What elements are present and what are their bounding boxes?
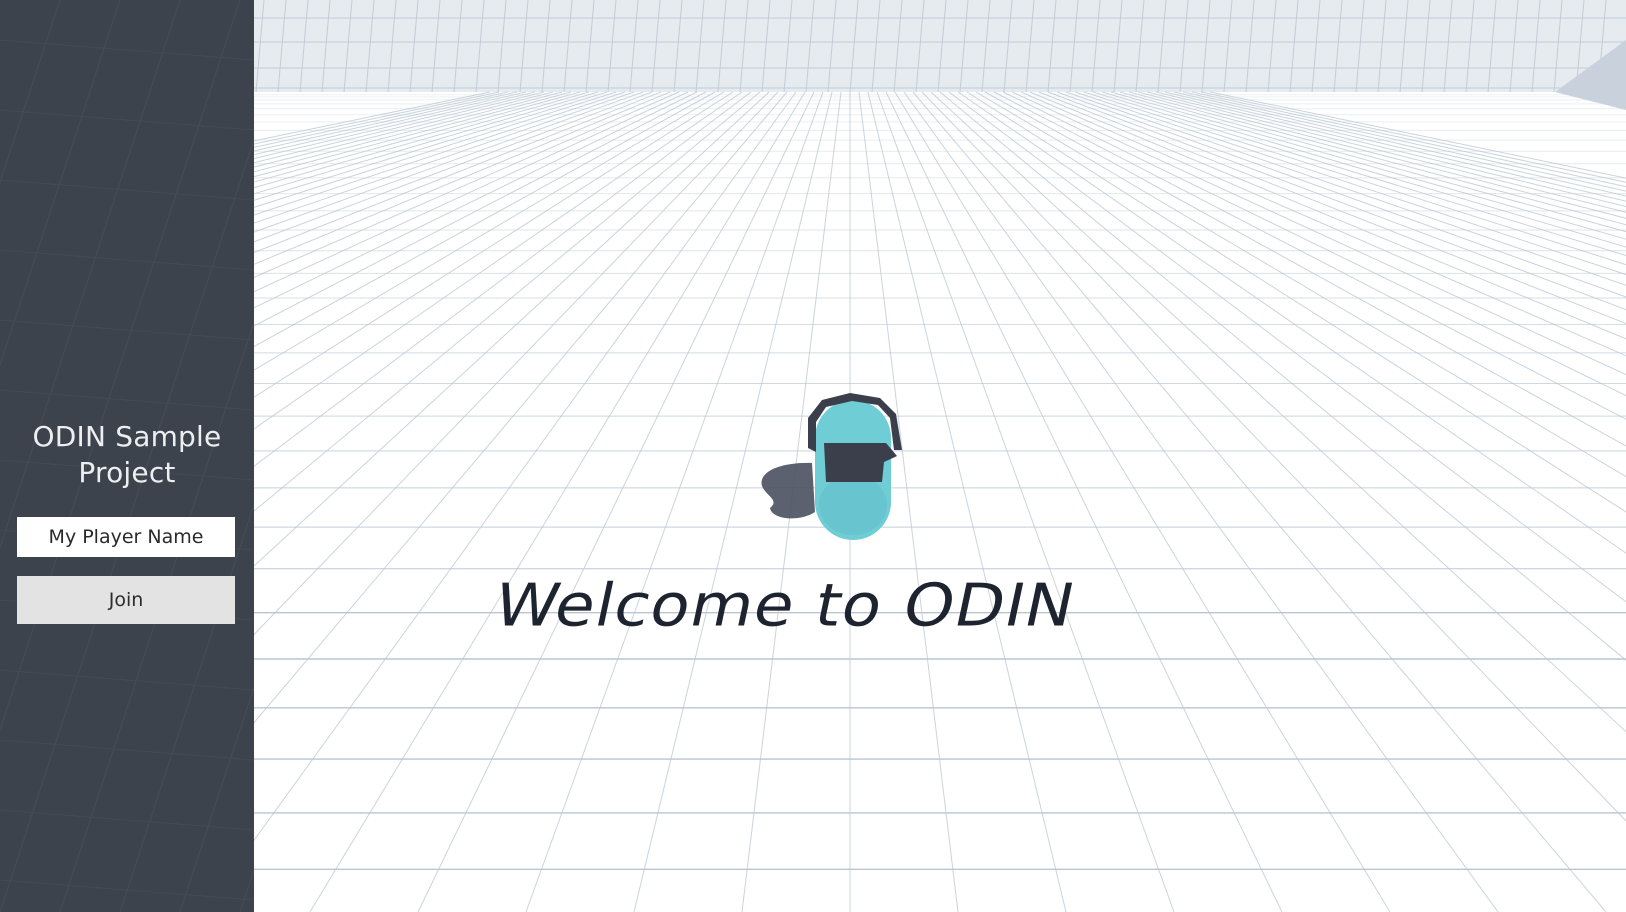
sidebar-panel: ODIN Sample Project Join: [0, 0, 254, 912]
player-body-shade: [819, 475, 887, 535]
project-title: ODIN Sample Project: [32, 420, 222, 489]
sidebar-grid-line: [0, 739, 254, 761]
sidebar-grid-line: [0, 109, 254, 131]
sidebar-grid-line: [0, 319, 254, 341]
sidebar-grid-line: [0, 809, 254, 831]
sidebar-grid-line: [0, 879, 254, 901]
game-viewport[interactable]: ODIN Sample Project Join Welcome to ODIN: [0, 0, 1626, 912]
player-name-input[interactable]: [17, 517, 235, 557]
sidebar-grid-line: [0, 39, 254, 61]
welcome-floor-text: Welcome to ODIN: [488, 571, 1082, 640]
sidebar-grid-line: [0, 249, 254, 271]
join-button[interactable]: Join: [17, 576, 235, 624]
sidebar-grid-line: [0, 179, 254, 201]
sidebar-grid-line: [0, 669, 254, 691]
sidebar-grid-line: [0, 389, 254, 411]
